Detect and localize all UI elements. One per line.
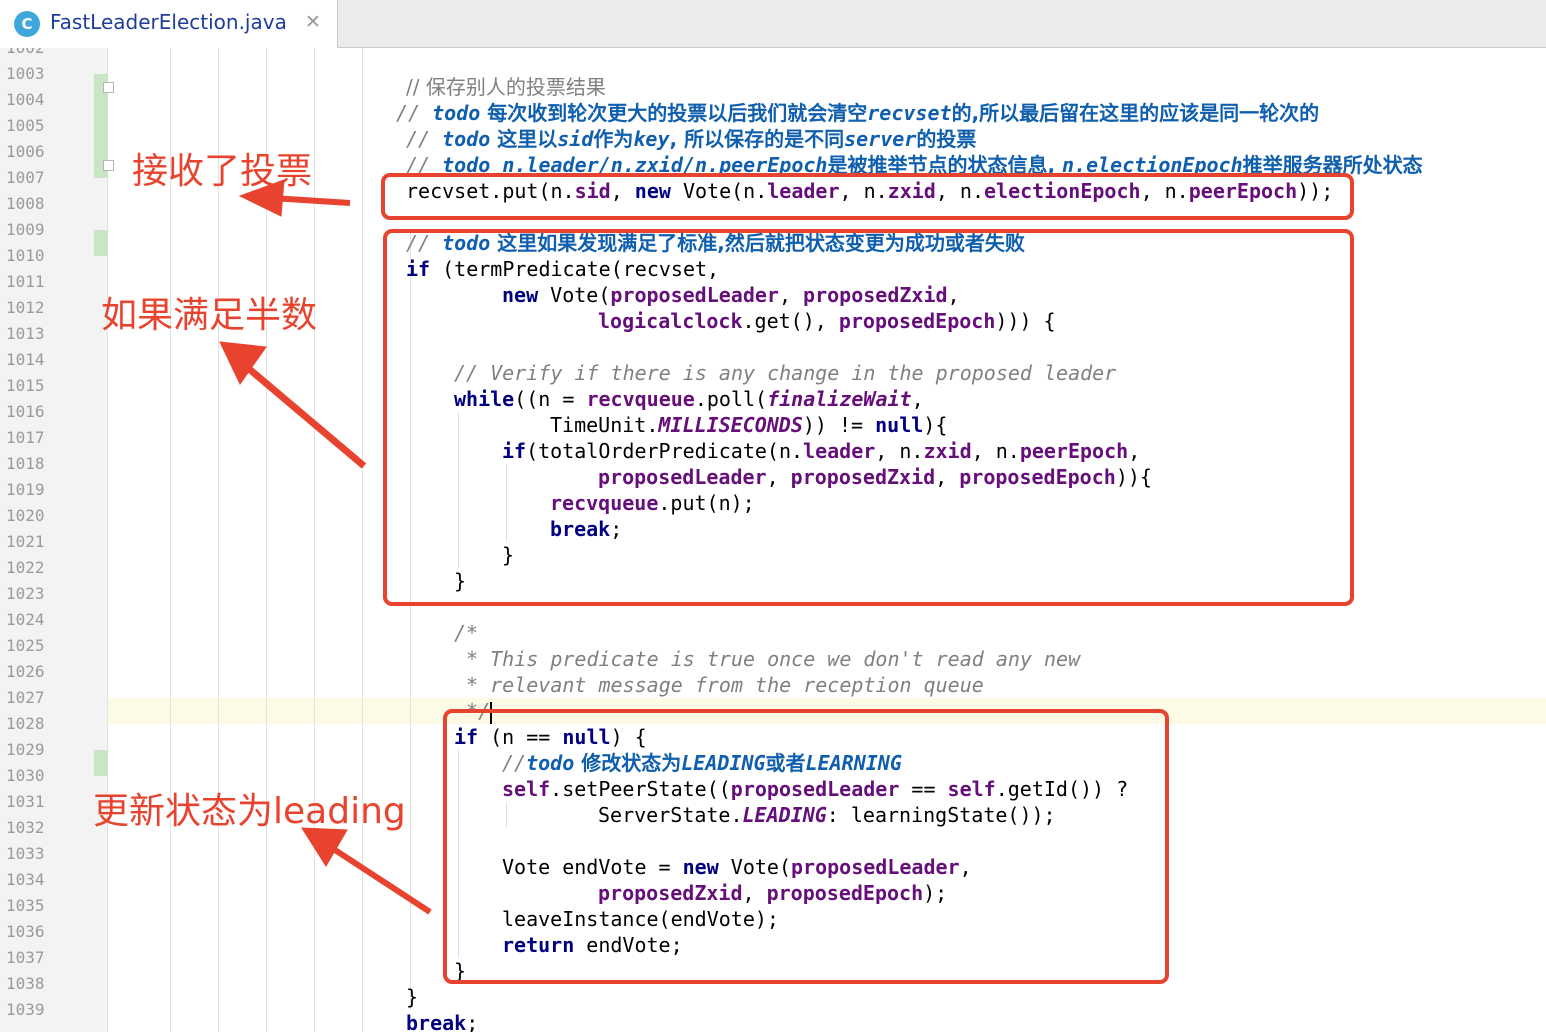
arrow-head-icon <box>301 827 348 867</box>
arrow-update-state <box>330 845 432 915</box>
annotation-arrows <box>219 179 432 915</box>
arrow-head-icon <box>238 179 285 217</box>
arrow-received-votes <box>271 195 351 206</box>
arrow-if-majority <box>245 365 367 469</box>
